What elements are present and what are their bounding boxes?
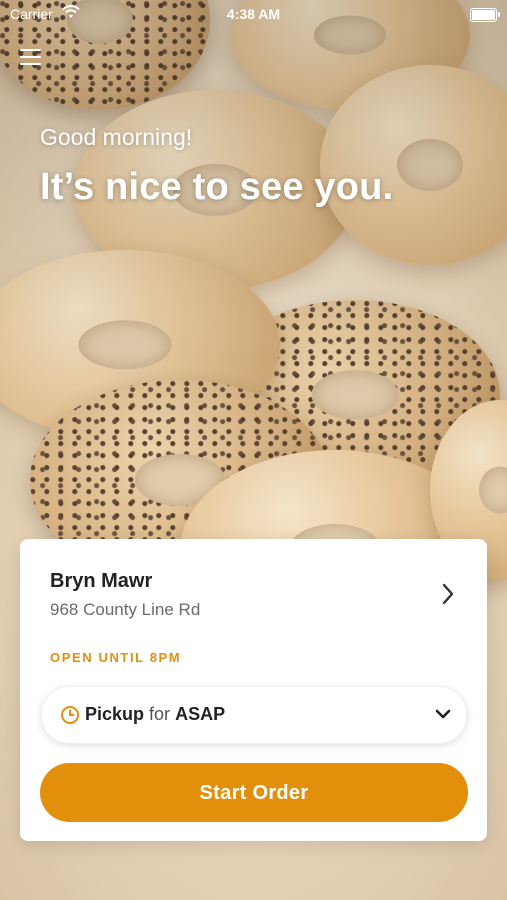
greeting-text: Good morning! (40, 124, 193, 150)
chevron-right-icon (442, 583, 454, 605)
order-time: ASAP (175, 704, 226, 724)
clock-time: 4:38 AM (226, 6, 281, 22)
order-mode-text: Pickup for ASAP (85, 704, 225, 725)
menu-icon[interactable] (20, 46, 42, 68)
order-method: Pickup (85, 704, 145, 724)
start-order-button[interactable]: Start Order (40, 763, 468, 822)
hours-label: OPEN UNTIL 8PM (50, 650, 182, 665)
location-address: 968 County Line Rd (50, 600, 201, 619)
location-selector[interactable]: Bryn Mawr 968 County Line Rd (20, 539, 487, 639)
status-bar: Carrier 4:38 AM (0, 0, 507, 28)
order-mode-selector[interactable]: Pickup for ASAP (41, 686, 467, 744)
location-name: Bryn Mawr (50, 570, 153, 592)
order-card: Bryn Mawr 968 County Line Rd OPEN UNTIL … (20, 539, 487, 841)
welcome-headline: It’s nice to see you. (40, 166, 394, 208)
battery-icon (470, 8, 500, 22)
chevron-down-icon (435, 709, 451, 719)
app-screen: Carrier 4:38 AM Good morning! It’s nice … (0, 0, 507, 900)
order-connector: for (149, 704, 171, 724)
clock-icon (61, 706, 79, 724)
